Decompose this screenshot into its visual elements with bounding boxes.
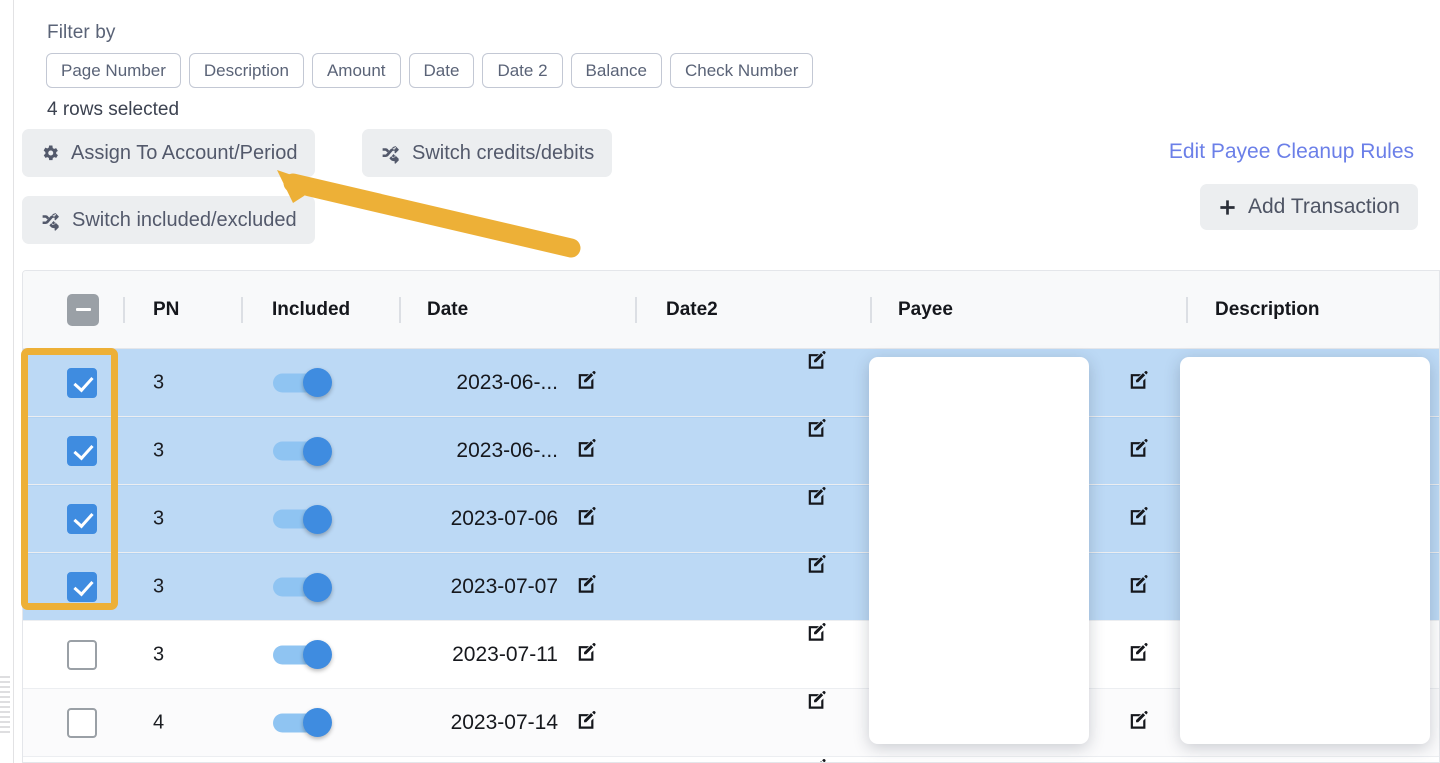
edit-date-icon[interactable]	[576, 709, 598, 736]
edit-payee-icon[interactable]	[1128, 438, 1150, 465]
column-divider[interactable]	[123, 297, 125, 323]
included-toggle[interactable]	[273, 510, 327, 529]
edit-payee-icon[interactable]	[1128, 369, 1150, 396]
cell-date: 2023-06-...	[428, 371, 558, 395]
cell-date: 2023-07-11	[428, 643, 558, 667]
edit-payee-icon[interactable]	[1128, 506, 1150, 533]
row-select-checkbox[interactable]	[67, 572, 97, 602]
filter-chip-amount[interactable]: Amount	[312, 53, 401, 88]
filter-chip-balance[interactable]: Balance	[571, 53, 662, 88]
payee-editor-popover[interactable]	[869, 357, 1089, 744]
toggle-knob	[303, 573, 332, 602]
add-transaction-label: Add Transaction	[1248, 195, 1400, 219]
included-toggle[interactable]	[273, 373, 327, 392]
filter-chip-row: Page Number Description Amount Date Date…	[46, 53, 813, 88]
row-select-checkbox[interactable]	[67, 640, 97, 670]
cell-date: 2023-07-07	[428, 575, 558, 599]
row-select-checkbox[interactable]	[67, 436, 97, 466]
toggle-knob	[303, 505, 332, 534]
edit-date2-icon[interactable]	[806, 621, 828, 648]
edit-date2-icon[interactable]	[806, 554, 828, 581]
rows-selected-status: 4 rows selected	[47, 99, 179, 121]
assign-to-account-period-button[interactable]: Assign To Account/Period	[22, 129, 315, 177]
included-toggle[interactable]	[273, 442, 327, 461]
shuffle-icon	[380, 143, 401, 164]
column-header-description[interactable]: Description	[1215, 299, 1320, 321]
table-row[interactable]	[23, 757, 1439, 763]
cell-pn: 3	[153, 576, 164, 599]
cell-pn: 4	[153, 711, 164, 734]
description-editor-popover[interactable]	[1180, 357, 1430, 744]
filter-chip-date-2[interactable]: Date 2	[482, 53, 562, 88]
column-header-pn[interactable]: PN	[153, 299, 179, 321]
page-left-border	[13, 0, 14, 763]
edit-date-icon[interactable]	[576, 574, 598, 601]
column-divider[interactable]	[399, 297, 401, 323]
plus-icon	[1218, 198, 1237, 217]
switch-included-excluded-label: Switch included/excluded	[72, 209, 297, 232]
switch-credits-debits-button[interactable]: Switch credits/debits	[362, 129, 612, 177]
row-select-checkbox[interactable]	[67, 368, 97, 398]
gutter-dotted-marker	[0, 676, 10, 736]
switch-credits-debits-label: Switch credits/debits	[412, 142, 594, 165]
filter-chip-date[interactable]: Date	[409, 53, 475, 88]
column-header-included[interactable]: Included	[272, 299, 350, 321]
filter-chip-page-number[interactable]: Page Number	[46, 53, 181, 88]
column-header-payee[interactable]: Payee	[898, 299, 953, 321]
row-select-checkbox[interactable]	[67, 504, 97, 534]
edit-date-icon[interactable]	[576, 438, 598, 465]
edit-date-icon[interactable]	[576, 506, 598, 533]
included-toggle[interactable]	[273, 645, 327, 664]
edit-date-icon[interactable]	[576, 641, 598, 668]
column-header-date[interactable]: Date	[427, 299, 468, 321]
cell-pn: 3	[153, 371, 164, 394]
app-root: Filter by Page Number Description Amount…	[0, 0, 1440, 763]
filter-chip-check-number[interactable]: Check Number	[670, 53, 813, 88]
shuffle-icon	[40, 210, 61, 231]
minus-icon	[76, 308, 91, 311]
edit-date2-icon[interactable]	[806, 349, 828, 376]
edit-date-icon[interactable]	[576, 369, 598, 396]
select-all-checkbox[interactable]	[67, 294, 99, 326]
toggle-knob	[303, 708, 332, 737]
table-header-row: PN Included Date Date2 Payee Description	[23, 271, 1439, 349]
filter-by-label: Filter by	[47, 22, 115, 44]
filter-chip-description[interactable]: Description	[189, 53, 304, 88]
toggle-knob	[303, 640, 332, 669]
toggle-knob	[303, 437, 332, 466]
add-transaction-button[interactable]: Add Transaction	[1200, 184, 1418, 230]
cell-date: 2023-07-06	[428, 507, 558, 531]
cell-pn: 3	[153, 508, 164, 531]
column-divider[interactable]	[870, 297, 872, 323]
included-toggle[interactable]	[273, 578, 327, 597]
assign-button-label: Assign To Account/Period	[71, 142, 297, 165]
edit-date2-icon[interactable]	[806, 418, 828, 445]
edit-payee-icon[interactable]	[1128, 574, 1150, 601]
edit-payee-icon[interactable]	[1128, 709, 1150, 736]
gear-icon	[40, 143, 60, 163]
toggle-knob	[303, 368, 332, 397]
edit-payee-icon[interactable]	[1128, 641, 1150, 668]
included-toggle[interactable]	[273, 713, 327, 732]
column-divider[interactable]	[635, 297, 637, 323]
column-header-date2[interactable]: Date2	[666, 299, 718, 321]
cell-date: 2023-07-14	[428, 711, 558, 735]
column-divider[interactable]	[1186, 297, 1188, 323]
edit-date2-icon[interactable]	[806, 689, 828, 716]
cell-date: 2023-06-...	[428, 439, 558, 463]
edit-date2-icon[interactable]	[806, 486, 828, 513]
cell-pn: 3	[153, 440, 164, 463]
edit-payee-cleanup-rules-link[interactable]: Edit Payee Cleanup Rules	[1169, 140, 1414, 164]
row-select-checkbox[interactable]	[67, 708, 97, 738]
column-divider[interactable]	[241, 297, 243, 323]
switch-included-excluded-button[interactable]: Switch included/excluded	[22, 196, 315, 244]
edit-date2-icon[interactable]	[806, 757, 828, 763]
cell-pn: 3	[153, 643, 164, 666]
